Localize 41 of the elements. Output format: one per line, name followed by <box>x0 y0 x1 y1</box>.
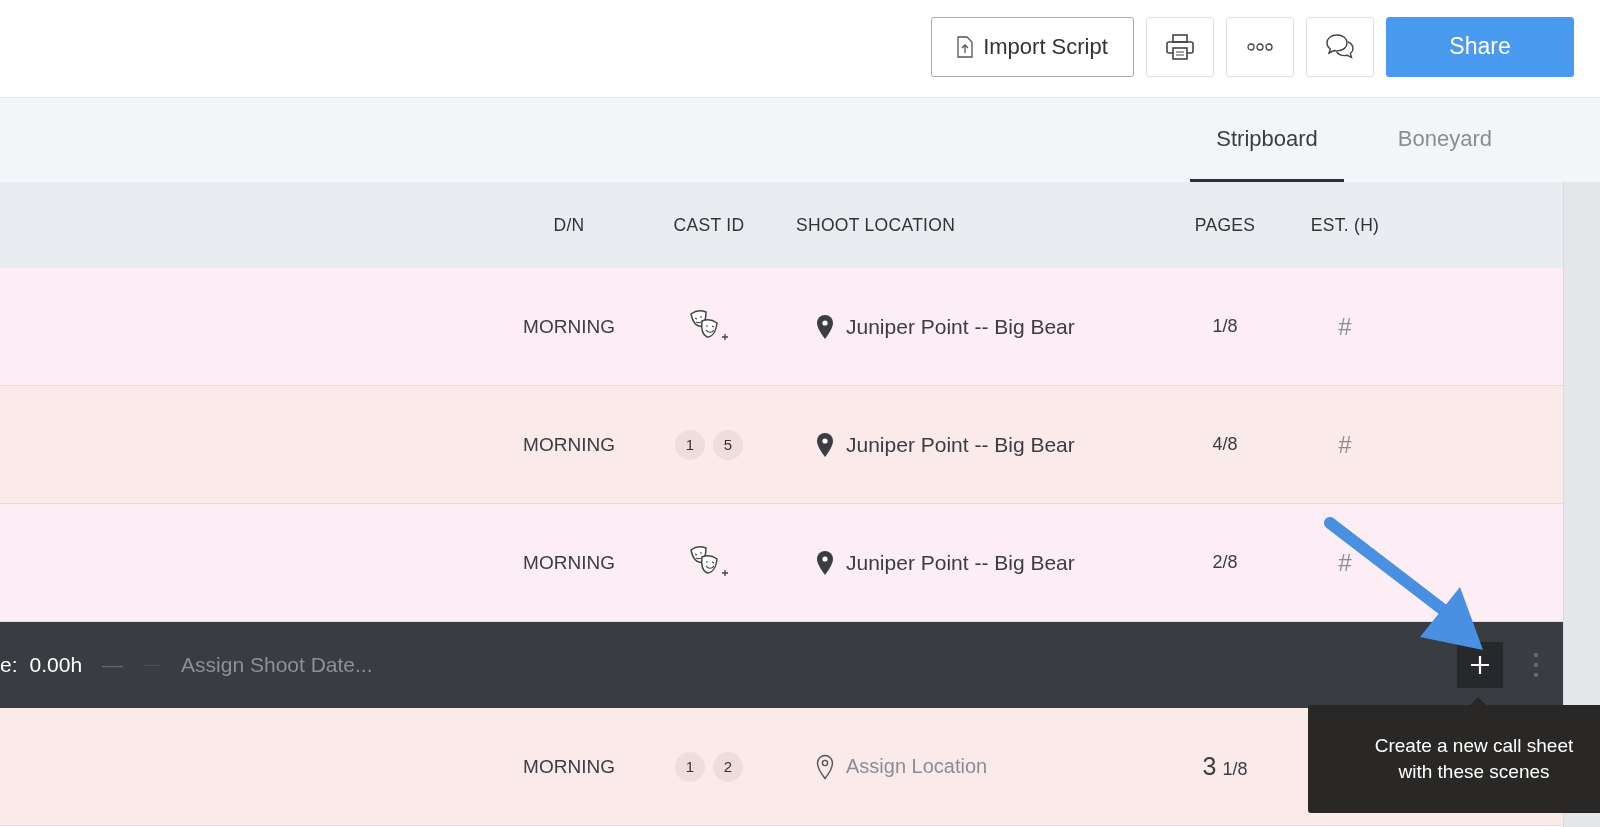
scene-strip[interactable]: MORNING Juniper Point -- Big Bear 1/8 # <box>0 268 1563 386</box>
estimate-placeholder: # <box>1337 430 1353 459</box>
location-text: Juniper Point -- Big Bear <box>846 314 1075 339</box>
location-text: Juniper Point -- Big Bear <box>846 550 1075 575</box>
page-fraction: 2/8 <box>1212 552 1238 573</box>
comments-button[interactable] <box>1306 16 1374 77</box>
more-icon <box>1247 42 1273 51</box>
page-count: 3 <box>1202 752 1217 781</box>
separator-dash: — <box>102 653 124 677</box>
print-button[interactable] <box>1146 16 1214 77</box>
cast-id-badge: 1 <box>675 429 705 460</box>
estimate-placeholder: # <box>1337 548 1353 577</box>
time-of-day: MORNING <box>500 551 638 574</box>
time-of-day: MORNING <box>500 315 638 338</box>
scene-strip[interactable]: MORNING Juniper Point -- Big Bear 2/8 # <box>0 504 1563 622</box>
day-total: 0.00h <box>29 653 83 677</box>
printer-icon <box>1166 33 1194 60</box>
day-label: e: <box>0 653 18 677</box>
column-header: D/N <box>552 214 586 236</box>
new-call-sheet-button[interactable] <box>1457 642 1503 688</box>
import-script-button[interactable]: Import Script <box>931 16 1134 77</box>
more-button[interactable] <box>1226 16 1294 77</box>
column-header: CAST ID <box>672 214 746 236</box>
time-of-day: MORNING <box>500 755 638 778</box>
cast-id-badge: 5 <box>713 429 743 460</box>
column-header: PAGES <box>1193 214 1257 236</box>
time-of-day: MORNING <box>500 433 638 456</box>
cast-id-badge: 2 <box>713 751 743 782</box>
column-header: SHOOT LOCATION <box>795 214 957 236</box>
cast-id-badge: 1 <box>675 751 705 782</box>
page-fraction: 4/8 <box>1212 434 1238 455</box>
shoot-date-field[interactable]: Assign Shoot Date... <box>181 649 442 681</box>
page-fraction: 1/8 <box>1222 759 1248 780</box>
chat-bubbles-icon <box>1325 32 1355 61</box>
estimate-placeholder: # <box>1337 312 1353 341</box>
page-fraction: 1/8 <box>1212 316 1238 337</box>
plus-icon <box>1470 655 1490 675</box>
file-upload-icon <box>957 35 974 58</box>
column-header: EST. (H) <box>1309 214 1381 236</box>
location-text: Juniper Point -- Big Bear <box>846 432 1075 457</box>
scene-strip[interactable]: MORNING 1 5 Juniper Point -- Big Bear 4/8 # <box>0 386 1563 504</box>
